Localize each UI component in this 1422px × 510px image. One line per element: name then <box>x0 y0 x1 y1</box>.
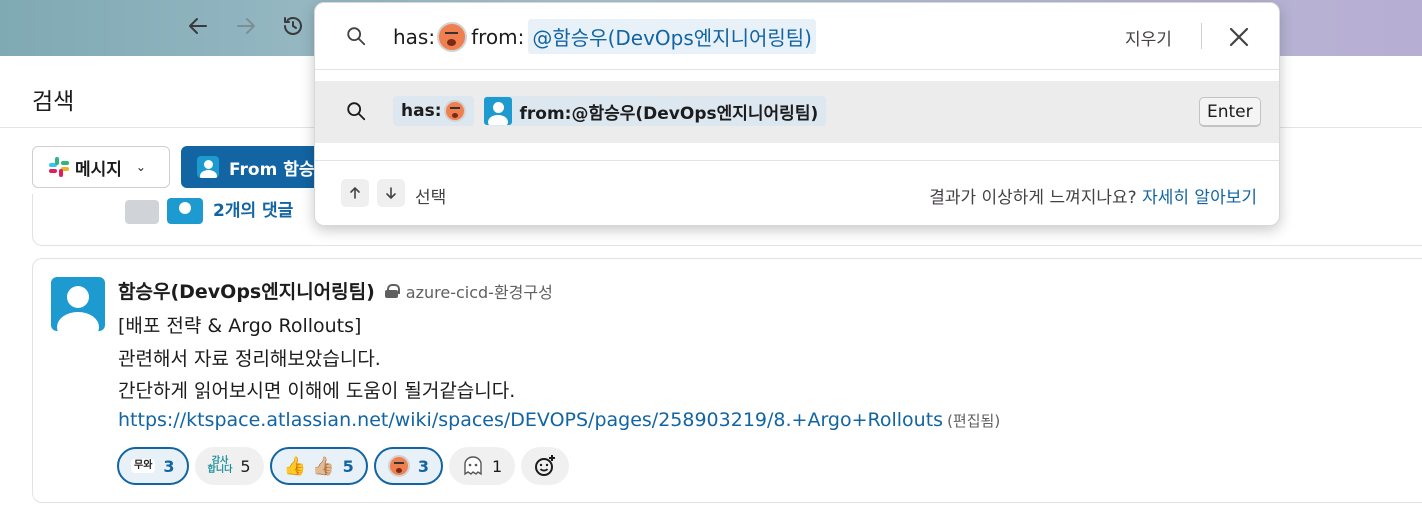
thumbs-up-emoji: 👍 👍🏼 <box>283 455 335 477</box>
from-user-chip: from:@함승우(DevOps엔지니어링팀) <box>483 96 827 126</box>
search-footer: 선택 결과가 이상하게 느껴지나요? 자세히 알아보기 <box>315 161 1279 225</box>
reaction-pill[interactable]: 감사 합니다 5 <box>194 447 264 485</box>
slack-logo-icon <box>49 157 69 177</box>
reaction-count: 3 <box>163 456 175 476</box>
arrow-right-icon <box>237 18 255 34</box>
feedback-hint: 결과가 이상하게 느껴지나요? 자세히 알아보기 <box>929 183 1257 208</box>
search-icon <box>347 102 366 121</box>
history-icon <box>284 17 302 35</box>
face-emoji-icon <box>443 100 466 122</box>
history-button[interactable] <box>277 10 309 42</box>
reaction-pill[interactable]: 무와 3 <box>117 447 189 485</box>
chevron-down-icon: ⌄ <box>135 160 146 174</box>
divider <box>1201 23 1202 49</box>
arrow-up-key-icon <box>341 179 369 207</box>
search-popover: has: from: @함승우(DevOps엔지니어링팀) 지우기 has: f… <box>314 2 1280 226</box>
face-emoji-icon <box>437 21 468 52</box>
reply-avatar <box>167 198 203 224</box>
has-emoji-chip: has: <box>393 96 474 126</box>
add-reaction-icon <box>535 455 556 476</box>
search-suggestion-row[interactable]: has: from:@함승우(DevOps엔지니어링팀) Enter <box>315 81 1279 143</box>
arrow-left-icon <box>189 18 207 34</box>
reaction-count: 1 <box>491 456 503 476</box>
feedback-text: 결과가 이상하게 느껴지나요? <box>929 188 1137 208</box>
message-header: 함승우(DevOps엔지니어링팀) azure-cicd-환경구성 <box>118 277 553 304</box>
avatar <box>483 97 512 125</box>
add-reaction-button[interactable] <box>521 447 570 485</box>
reaction-count: 5 <box>240 456 251 476</box>
reaction-pill[interactable]: 1 <box>448 447 516 485</box>
author-name[interactable]: 함승우(DevOps엔지니어링팀) <box>118 277 375 304</box>
face-emoji-icon <box>387 455 410 477</box>
reactions-bar: 무와 3 감사 합니다 5 👍 👍🏼 5 3 1 <box>117 447 570 485</box>
ghost-emoji-icon <box>464 456 482 476</box>
message-link-line: https://ktspace.atlassian.net/wiki/space… <box>118 409 1000 431</box>
message-line: 관련해서 자료 정리해보았습니다. <box>118 348 381 370</box>
replies-link[interactable]: 2개의 댓글 <box>213 196 293 221</box>
suggestion-chips: has: from:@함승우(DevOps엔지니어링팀) <box>393 96 827 126</box>
divider <box>315 69 1279 70</box>
messages-filter-label: 메시지 <box>75 159 122 180</box>
query-has: has: <box>393 24 436 49</box>
channel-name[interactable]: azure-cicd-환경구성 <box>406 279 553 303</box>
avatar <box>197 156 219 178</box>
search-icon <box>347 27 366 46</box>
search-result-card[interactable]: 함승우(DevOps엔지니어링팀) azure-cicd-환경구성 [배포 전략… <box>32 258 1422 503</box>
reaction-count: 3 <box>417 456 429 476</box>
reaction-pill[interactable]: 3 <box>373 447 443 485</box>
search-bar[interactable]: has: from: @함승우(DevOps엔지니어링팀) 지우기 <box>315 3 1279 69</box>
reaction-count: 5 <box>342 456 354 476</box>
arrow-down-key-icon <box>377 179 405 207</box>
chip-label: from:@함승우(DevOps엔지니어링팀) <box>519 103 819 124</box>
reply-avatar <box>125 200 159 224</box>
forward-button[interactable] <box>230 10 262 42</box>
edited-label: (편집됨) <box>947 412 1001 430</box>
messages-filter-dropdown[interactable]: 메시지 ⌄ <box>32 146 170 188</box>
message-line: 간단하게 읽어보시면 이해에 도움이 될거같습니다. <box>118 380 516 402</box>
clear-button[interactable]: 지우기 <box>1125 25 1172 50</box>
message-link[interactable]: https://ktspace.atlassian.net/wiki/space… <box>118 409 943 431</box>
select-hint: 선택 <box>415 188 447 208</box>
query-user-token[interactable]: @함승우(DevOps엔지니어링팀) <box>528 19 816 54</box>
message-line: [배포 전략 & Argo Rollouts] <box>118 315 362 337</box>
page-title: 검색 <box>32 89 75 115</box>
muwa-emoji: 무와 <box>131 459 156 473</box>
thanks-emoji: 감사 합니다 <box>207 456 233 475</box>
learn-more-link[interactable]: 자세히 알아보기 <box>1142 188 1257 208</box>
query-from: from: <box>471 24 525 49</box>
chip-label: has: <box>401 101 442 121</box>
lock-icon <box>384 283 400 298</box>
enter-key-hint: Enter <box>1199 97 1261 127</box>
author-avatar[interactable] <box>51 277 105 331</box>
search-input[interactable]: has: from: @함승우(DevOps엔지니어링팀) <box>393 19 816 54</box>
close-icon[interactable] <box>1225 23 1253 51</box>
reaction-pill[interactable]: 👍 👍🏼 5 <box>269 447 368 485</box>
back-button[interactable] <box>182 10 214 42</box>
